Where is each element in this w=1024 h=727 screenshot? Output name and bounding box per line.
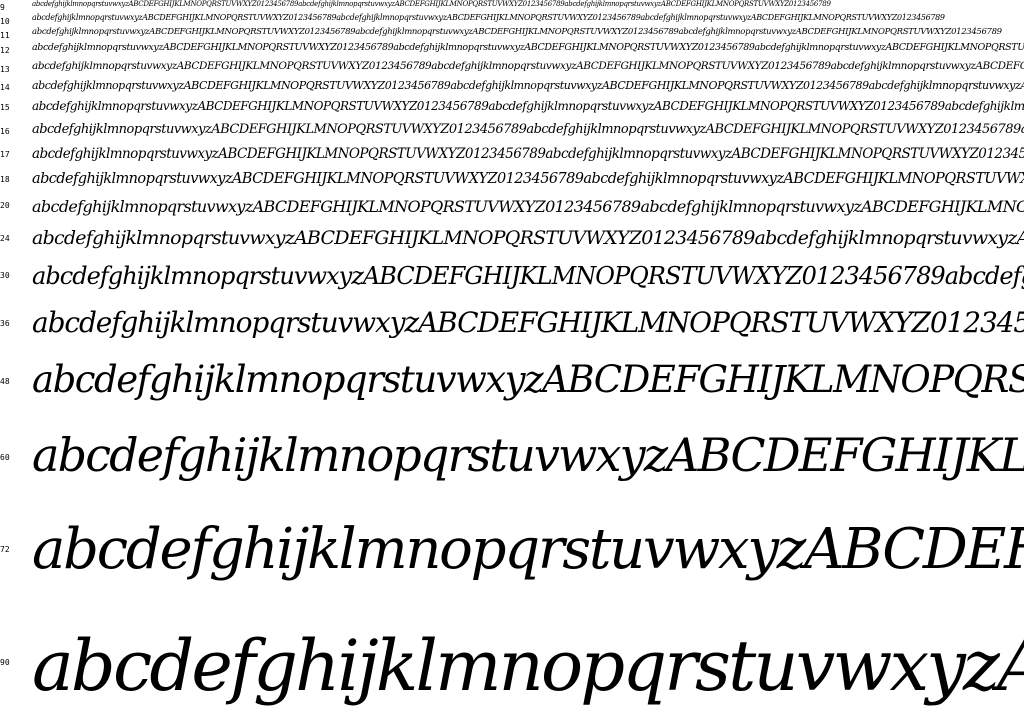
- sample-line: abcdefghijklmnopqrstuvwxyzABCDEFGHIJKLMN…: [32, 306, 1024, 339]
- specimen-row-20: 20 abcdefghijklmnopqrstuvwxyzABCDEFGHIJK…: [0, 194, 1024, 223]
- specimen-row-18: 18 abcdefghijklmnopqrstuvwxyzABCDEFGHIJK…: [0, 168, 1024, 194]
- sample-line: abcdefghijklmnopqrstuvwxyzABCDEFGHIJKLMN…: [32, 517, 1024, 582]
- specimen-row-16: 16 abcdefghijklmnopqrstuvwxyzABCDEFGHIJK…: [0, 119, 1024, 143]
- specimen-row-36: 36 abcdefghijklmnopqrstuvwxyzABCDEFGHIJK…: [0, 302, 1024, 352]
- sample-line: abcdefghijklmnopqrstuvwxyzABCDEFGHIJKLMN…: [32, 625, 1024, 707]
- size-label: 60: [0, 453, 10, 462]
- sample-line: abcdefghijklmnopqrstuvwxyzABCDEFGHIJKLMN…: [32, 99, 1024, 113]
- size-label: 24: [0, 234, 10, 243]
- sample-line: abcdefghijklmnopqrstuvwxyzABCDEFGHIJKLMN…: [32, 428, 1024, 482]
- sample-line: abcdefghijklmnopqrstuvwxyzABCDEFGHIJKLMN…: [32, 60, 1024, 72]
- specimen-row-72: 72 abcdefghijklmnopqrstuvwxyzABCDEFGHIJK…: [0, 508, 1024, 614]
- font-specimen: 9 abcdefghijklmnopqrstuvwxyzABCDEFGHIJKL…: [0, 0, 1024, 727]
- specimen-row-11: 11 abcdefghijklmnopqrstuvwxyzABCDEFGHIJK…: [0, 26, 1024, 41]
- size-label: 48: [0, 377, 10, 386]
- specimen-row-9: 9 abcdefghijklmnopqrstuvwxyzABCDEFGHIJKL…: [0, 0, 1024, 12]
- size-label: 12: [0, 46, 10, 55]
- sample-line: abcdefghijklmnopqrstuvwxyzABCDEFGHIJKLMN…: [32, 122, 1024, 137]
- size-label: 17: [0, 150, 10, 159]
- specimen-row-14: 14 abcdefghijklmnopqrstuvwxyzABCDEFGHIJK…: [0, 77, 1024, 97]
- specimen-row-15: 15 abcdefghijklmnopqrstuvwxyzABCDEFGHIJK…: [0, 97, 1024, 119]
- size-label: 14: [0, 83, 10, 92]
- specimen-row-10: 10 abcdefghijklmnopqrstuvwxyzABCDEFGHIJK…: [0, 12, 1024, 26]
- size-label: 18: [0, 175, 10, 184]
- specimen-row-24: 24 abcdefghijklmnopqrstuvwxyzABCDEFGHIJK…: [0, 223, 1024, 258]
- size-label: 72: [0, 545, 10, 554]
- size-label: 9: [0, 3, 5, 12]
- specimen-row-12: 12 abcdefghijklmnopqrstuvwxyzABCDEFGHIJK…: [0, 41, 1024, 58]
- specimen-row-13: 13 abcdefghijklmnopqrstuvwxyzABCDEFGHIJK…: [0, 58, 1024, 77]
- sample-line: abcdefghijklmnopqrstuvwxyzABCDEFGHIJKLMN…: [32, 358, 1024, 401]
- size-label: 30: [0, 271, 10, 280]
- size-label: 11: [0, 31, 10, 40]
- sample-line: abcdefghijklmnopqrstuvwxyzABCDEFGHIJKLMN…: [32, 27, 1002, 37]
- sample-line: abcdefghijklmnopqrstuvwxyzABCDEFGHIJKLMN…: [32, 0, 831, 8]
- size-label: 16: [0, 127, 10, 136]
- sample-line: abcdefghijklmnopqrstuvwxyzABCDEFGHIJKLMN…: [32, 227, 1024, 249]
- size-label: 90: [0, 658, 10, 667]
- sample-line: abcdefghijklmnopqrstuvwxyzABCDEFGHIJKLMN…: [32, 171, 1024, 187]
- size-label: 15: [0, 103, 10, 112]
- sample-line: abcdefghijklmnopqrstuvwxyzABCDEFGHIJKLMN…: [32, 13, 945, 22]
- specimen-row-48: 48 abcdefghijklmnopqrstuvwxyzABCDEFGHIJK…: [0, 352, 1024, 420]
- specimen-row-90: 90 abcdefghijklmnopqrstuvwxyzABCDEFGHIJK…: [0, 614, 1024, 727]
- sample-line: abcdefghijklmnopqrstuvwxyzABCDEFGHIJKLMN…: [32, 79, 1024, 92]
- size-label: 13: [0, 65, 10, 74]
- sample-line: abcdefghijklmnopqrstuvwxyzABCDEFGHIJKLMN…: [32, 197, 1024, 216]
- sample-line: abcdefghijklmnopqrstuvwxyzABCDEFGHIJKLMN…: [32, 42, 1024, 53]
- specimen-row-60: 60 abcdefghijklmnopqrstuvwxyzABCDEFGHIJK…: [0, 420, 1024, 508]
- sample-line: abcdefghijklmnopqrstuvwxyzABCDEFGHIJKLMN…: [32, 262, 1024, 290]
- size-label: 20: [0, 201, 10, 210]
- sample-line: abcdefghijklmnopqrstuvwxyzABCDEFGHIJKLMN…: [32, 146, 1024, 162]
- size-label: 10: [0, 17, 10, 26]
- size-label: 36: [0, 319, 10, 328]
- specimen-row-17: 17 abcdefghijklmnopqrstuvwxyzABCDEFGHIJK…: [0, 143, 1024, 168]
- specimen-row-30: 30 abcdefghijklmnopqrstuvwxyzABCDEFGHIJK…: [0, 258, 1024, 302]
